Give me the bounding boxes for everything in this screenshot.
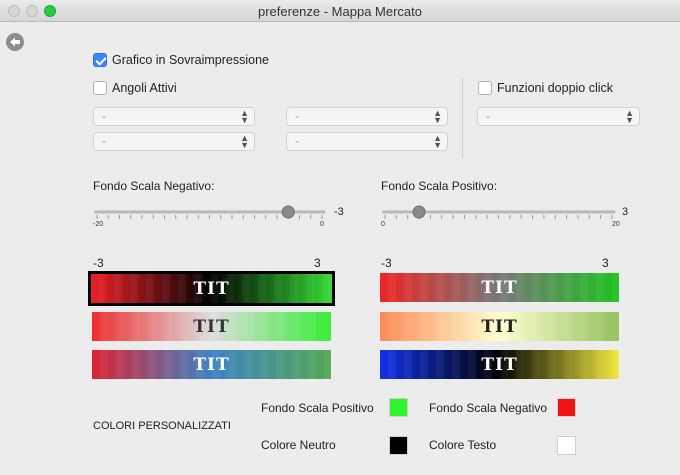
corner-2-select[interactable]: - ▲ ▼	[286, 107, 448, 126]
double-click-checkbox[interactable]	[478, 81, 492, 95]
corner-1-select-value: -	[102, 109, 106, 123]
positive-scale-min-label: 0	[381, 221, 385, 228]
neutral-color-label: Colore Neutro	[261, 438, 336, 452]
title-bar: preferenze - Mappa Mercato	[0, 0, 680, 22]
vertical-divider	[462, 78, 464, 158]
chevron-updown-icon: ▲ ▼	[433, 108, 442, 125]
palette-preview-text: TIT	[193, 278, 230, 299]
palette-preview-text: TIT	[481, 277, 518, 298]
chevron-updown-icon: ▲ ▼	[625, 108, 634, 125]
palette-option-2[interactable]: TIT	[92, 312, 331, 341]
palette-option-5[interactable]: TIT	[380, 312, 619, 341]
corner-1-select[interactable]: - ▲ ▼	[93, 107, 255, 126]
active-corners-option[interactable]: Angoli Attivi	[93, 80, 177, 96]
palette-option-4[interactable]: TIT	[380, 273, 619, 302]
text-color-swatch[interactable]	[557, 436, 576, 455]
negative-scale-value: -3	[334, 206, 344, 218]
positive-scale-label: Fondo Scala Positivo:	[381, 179, 498, 193]
overlay-chart-option[interactable]: Grafico in Sovraimpressione	[93, 52, 269, 68]
positive-color-swatch[interactable]	[389, 398, 408, 417]
chevron-updown-icon: ▲ ▼	[240, 133, 249, 150]
positive-scale-slider-knob[interactable]	[412, 205, 426, 219]
palette-option-6[interactable]: TIT	[380, 350, 619, 379]
corner-2-select-value: -	[295, 109, 299, 123]
corner-3-select-value: -	[102, 134, 106, 148]
negative-color-label: Fondo Scala Negativo	[429, 401, 548, 415]
active-corners-checkbox[interactable]	[93, 81, 107, 95]
back-button[interactable]	[6, 33, 24, 51]
negative-scale-max-label: 0	[320, 221, 324, 228]
double-click-option[interactable]: Funzioni doppio click	[478, 80, 613, 96]
corner-4-select-value: -	[295, 134, 299, 148]
chevron-updown-icon: ▲ ▼	[240, 108, 249, 125]
positive-scale-value: 3	[622, 206, 628, 218]
corner-3-select[interactable]: - ▲ ▼	[93, 132, 255, 151]
left-range-min: -3	[93, 256, 104, 270]
chevron-updown-icon: ▲ ▼	[433, 133, 442, 150]
custom-colors-label: COLORI PERSONALIZZATI	[93, 420, 231, 432]
palette-preview-text: TIT	[193, 316, 230, 337]
positive-color-label: Fondo Scala Positivo	[261, 401, 374, 415]
negative-scale-slider[interactable]: -20 0 -3	[88, 198, 358, 232]
palette-option-1[interactable]: TIT	[88, 271, 335, 306]
double-click-select[interactable]: - ▲ ▼	[477, 107, 640, 126]
left-range-max: 3	[314, 256, 321, 270]
text-color-label: Colore Testo	[429, 438, 497, 452]
positive-scale-max-label: 20	[612, 221, 620, 228]
double-click-select-value: -	[486, 109, 490, 123]
positive-scale-slider[interactable]: 0 20 3	[376, 198, 646, 232]
negative-scale-label: Fondo Scala Negativo:	[93, 179, 215, 193]
active-corners-label: Angoli Attivi	[112, 81, 177, 95]
palette-option-3[interactable]: TIT	[92, 350, 331, 379]
right-range-max: 3	[602, 256, 609, 270]
arrow-left-icon	[10, 37, 20, 47]
negative-scale-min-label: -20	[93, 221, 103, 228]
neutral-color-swatch[interactable]	[389, 436, 408, 455]
palette-preview-text: TIT	[193, 354, 230, 375]
right-range-min: -3	[381, 256, 392, 270]
overlay-chart-label: Grafico in Sovraimpressione	[112, 53, 270, 67]
palette-preview-text: TIT	[481, 316, 518, 337]
negative-color-swatch[interactable]	[557, 398, 576, 417]
overlay-chart-checkbox[interactable]	[93, 53, 107, 67]
window-title: preferenze - Mappa Mercato	[257, 4, 423, 19]
double-click-label: Funzioni doppio click	[497, 81, 614, 95]
palette-preview-text: TIT	[481, 354, 518, 375]
corner-4-select[interactable]: - ▲ ▼	[286, 132, 448, 151]
negative-scale-slider-knob[interactable]	[281, 205, 295, 219]
